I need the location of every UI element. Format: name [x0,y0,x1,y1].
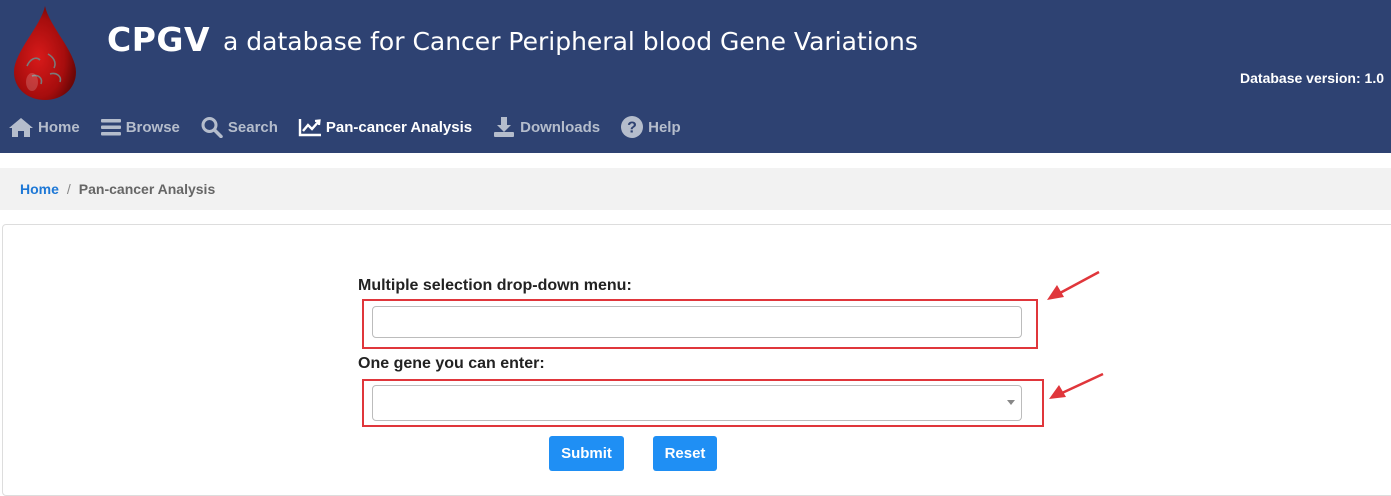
nav-pan-cancer-analysis-label: Pan-cancer Analysis [325,118,473,136]
nav-browse[interactable]: Browse [100,117,180,137]
nav-browse-label: Browse [125,118,180,136]
multi-select-label: Multiple selection drop-down menu: [358,277,632,294]
nav-downloads-label: Downloads [520,118,601,136]
site-header: CPGV a database for Cancer Peripheral bl… [0,0,1391,153]
search-icon [201,117,223,138]
nav-help[interactable]: ? Help [620,115,681,139]
main-nav: Home Browse Search Pan-cancer Analysis D… [0,113,693,141]
line-chart-icon [298,119,321,137]
breadcrumb-separator: / [66,181,71,197]
bars-icon [100,119,121,136]
blood-drop-logo [14,6,76,100]
breadcrumb-current: Pan-cancer Analysis [78,181,216,197]
chevron-down-icon [1007,400,1015,405]
breadcrumb-home-link[interactable]: Home [20,181,59,197]
submit-button[interactable]: Submit [549,436,624,471]
nav-home-label: Home [38,118,80,136]
nav-downloads[interactable]: Downloads [492,116,600,138]
site-tagline: a database for Cancer Peripheral blood G… [223,27,918,56]
nav-pan-cancer-analysis[interactable]: Pan-cancer Analysis [298,117,472,137]
site-brand: CPGV [107,20,211,59]
gene-select-dropdown[interactable] [372,385,1022,421]
annotation-arrow-icon [1049,372,1104,399]
home-icon [9,118,33,137]
nav-search[interactable]: Search [200,116,278,138]
nav-search-label: Search [227,118,278,136]
nav-home[interactable]: Home [8,116,80,138]
svg-text:?: ? [627,120,637,137]
download-icon [494,117,515,137]
multi-select-input[interactable] [372,306,1022,338]
database-version: Database version: 1.0 [1240,70,1384,86]
gene-select-label: One gene you can enter: [358,355,545,372]
reset-button[interactable]: Reset [653,436,717,471]
nav-help-label: Help [648,118,681,136]
breadcrumb: Home / Pan-cancer Analysis [0,168,1391,210]
help-icon: ? [621,116,644,138]
annotation-arrow-icon [1047,270,1100,300]
